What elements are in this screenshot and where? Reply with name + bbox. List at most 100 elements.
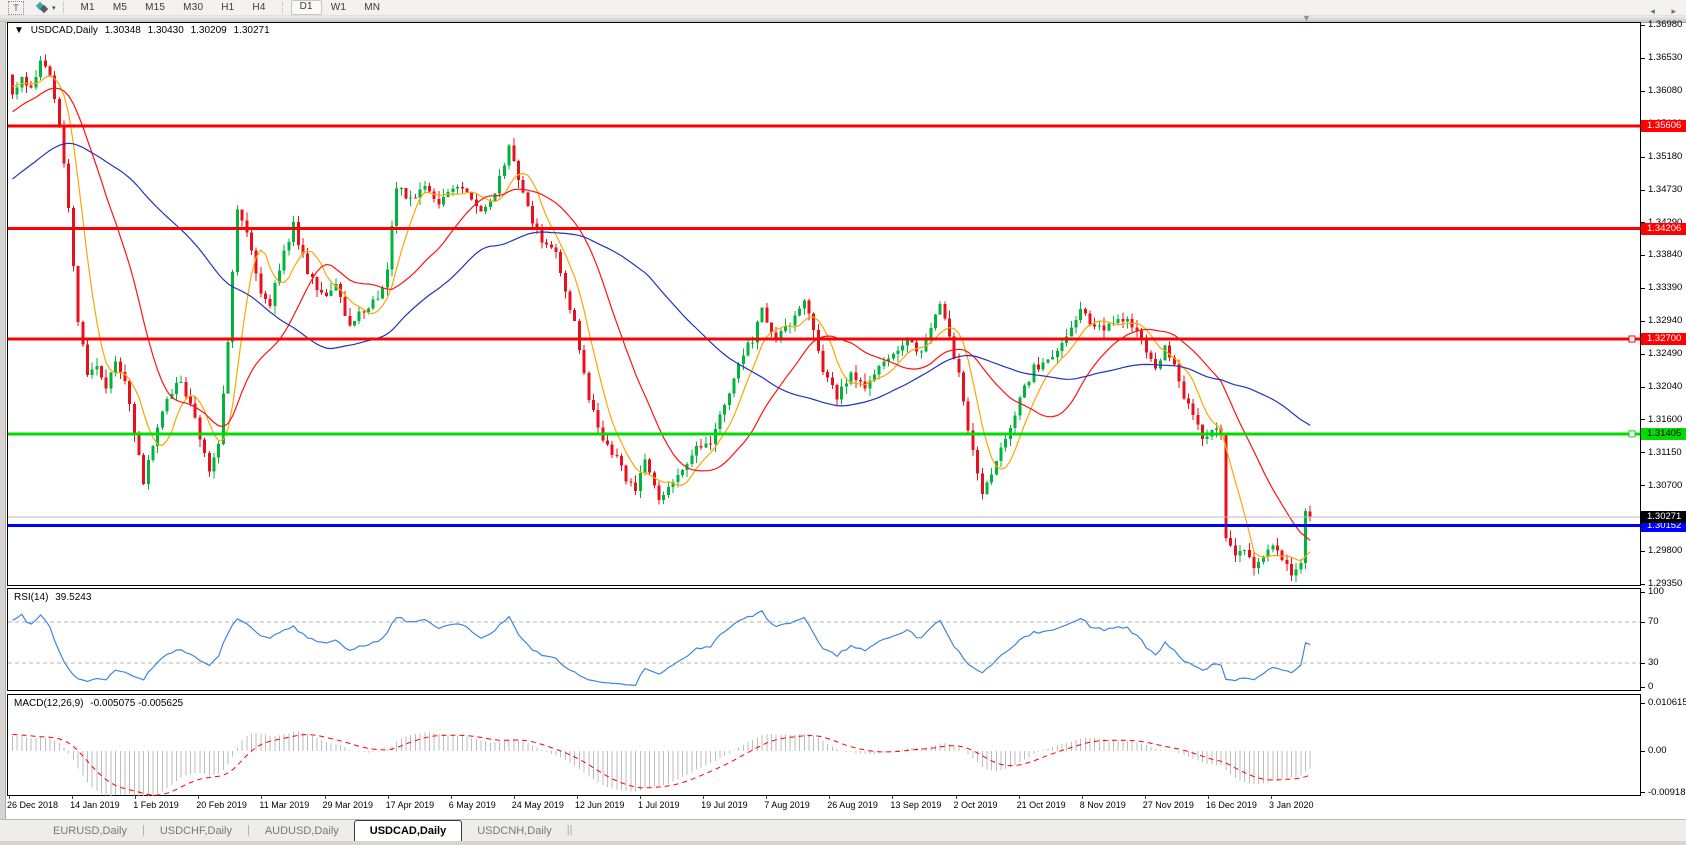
candle-body <box>292 221 296 243</box>
chevron-down-icon[interactable]: ▾ <box>52 4 56 12</box>
candle-body <box>203 439 207 453</box>
rsi-indicator-panel[interactable] <box>7 588 1641 691</box>
level-line-handle[interactable] <box>1628 430 1636 438</box>
candle-body <box>1191 403 1195 416</box>
candle-body <box>376 298 380 300</box>
candle-body <box>90 369 94 376</box>
date-axis-label: 6 May 2019 <box>448 800 496 810</box>
timeframe-button-d1[interactable]: D1 <box>290 0 322 15</box>
tab-scroll-right-icon[interactable]: ▸ <box>1671 6 1676 16</box>
timeframe-button-mn[interactable]: MN <box>355 1 389 14</box>
rsi-axis-label: 0 <box>1648 681 1654 692</box>
date-axis-label: 20 Feb 2019 <box>196 800 247 810</box>
candle-body <box>85 344 89 376</box>
date-axis-label: 26 Dec 2018 <box>7 800 59 810</box>
arrows-tool-button[interactable]: ▾ <box>35 1 56 14</box>
date-axis-tick <box>513 796 515 799</box>
candle-body <box>142 454 146 485</box>
candle-body <box>399 187 403 189</box>
candle-body <box>100 366 104 378</box>
candle-body <box>1055 350 1059 358</box>
candle-body <box>1238 550 1242 556</box>
candle-body <box>502 165 506 176</box>
candle-body <box>357 311 361 322</box>
candle-body <box>798 308 802 316</box>
candle-body <box>104 377 108 389</box>
candle-body <box>1271 545 1275 550</box>
timeframe-button-m30[interactable]: M30 <box>174 1 212 14</box>
price-axis-tick <box>1641 189 1645 191</box>
current-price-badge: 1.30271 <box>1641 510 1686 523</box>
candle-body <box>235 209 239 273</box>
candle-body <box>263 293 267 300</box>
tab-usdcad-daily[interactable]: USDCAD,Daily <box>353 820 463 841</box>
candle-body <box>648 459 652 473</box>
candle-body <box>1285 559 1289 565</box>
price-level-badge: 1.31405 <box>1641 427 1686 440</box>
candle-body <box>1299 562 1303 570</box>
candle-body <box>165 398 169 412</box>
candle-body <box>423 185 427 190</box>
date-axis-tick <box>576 796 578 799</box>
price-axis-tick <box>1641 550 1645 552</box>
window-bottom-border <box>0 841 1686 845</box>
candle-body <box>976 449 980 474</box>
macd-axis-tick <box>1641 702 1645 704</box>
price-axis-label: 1.35180 <box>1648 151 1683 163</box>
level-line-handle[interactable] <box>1628 335 1636 343</box>
tab-scroll-arrows: ◂ ▸ <box>1636 6 1676 17</box>
candle-body <box>1229 538 1233 546</box>
candle-body <box>1163 345 1167 361</box>
collapse-caret-icon[interactable]: ▼ <box>14 25 24 36</box>
date-axis-tick <box>1271 796 1272 799</box>
rsi-axis-tick <box>1641 686 1645 688</box>
macd-indicator-panel[interactable] <box>7 694 1641 796</box>
candle-body <box>999 447 1003 462</box>
candle-body <box>1186 398 1190 404</box>
candle-body <box>371 299 375 309</box>
candle-body <box>615 455 619 457</box>
candle-body <box>620 456 624 466</box>
price-axis-tick <box>1641 320 1645 322</box>
candle-body <box>348 315 352 326</box>
candle-body <box>1083 309 1087 314</box>
tab-usdcnh-daily[interactable]: USDCNH,Daily <box>462 822 567 841</box>
candle-body <box>15 87 19 95</box>
timeframe-button-m5[interactable]: M5 <box>104 1 136 14</box>
rsi-label: RSI(14) 39.5243 <box>14 592 95 603</box>
tab-audusd-daily[interactable]: AUDUSD,Daily <box>250 822 354 841</box>
timeframe-button-m1[interactable]: M1 <box>72 1 104 14</box>
candle-body <box>479 205 483 212</box>
price-axis-tick <box>1641 353 1645 355</box>
open-value: 1.30348 <box>104 25 141 36</box>
candle-body <box>666 487 670 496</box>
timeframe-button-h4[interactable]: H4 <box>243 1 274 14</box>
timeframe-button-m15[interactable]: M15 <box>136 1 174 14</box>
timeframe-button-h1[interactable]: H1 <box>212 1 243 14</box>
candle-body <box>39 60 43 77</box>
candle-body <box>189 396 193 404</box>
candle-body <box>404 187 408 199</box>
candle-body <box>901 345 905 351</box>
tab-eurusd-daily[interactable]: EURUSD,Daily <box>38 822 142 841</box>
candle-body <box>732 378 736 394</box>
candle-body <box>526 192 530 206</box>
text-tool-button[interactable]: T <box>8 0 24 15</box>
price-axis-label: 1.32940 <box>1648 315 1683 327</box>
macd-axis-label: -0.009181 <box>1648 786 1686 798</box>
candle-body <box>990 474 994 483</box>
candle-body <box>174 382 178 394</box>
candlestick-chart[interactable] <box>7 22 1641 586</box>
candle-body <box>587 373 591 401</box>
date-axis-label: 12 Jun 2019 <box>574 800 625 810</box>
timeframe-button-w1[interactable]: W1 <box>322 1 355 14</box>
candle-body <box>273 282 277 307</box>
price-axis-label: 1.31150 <box>1648 446 1682 458</box>
date-axis-label: 3 Jan 2020 <box>1269 800 1314 810</box>
candle-body <box>844 383 848 387</box>
tab-usdchf-daily[interactable]: USDCHF,Daily <box>145 822 247 841</box>
tab-scroll-left-icon[interactable]: ◂ <box>1650 6 1655 16</box>
macd-border <box>7 694 1641 796</box>
candle-body <box>1051 357 1055 360</box>
candle-body <box>1013 415 1017 429</box>
